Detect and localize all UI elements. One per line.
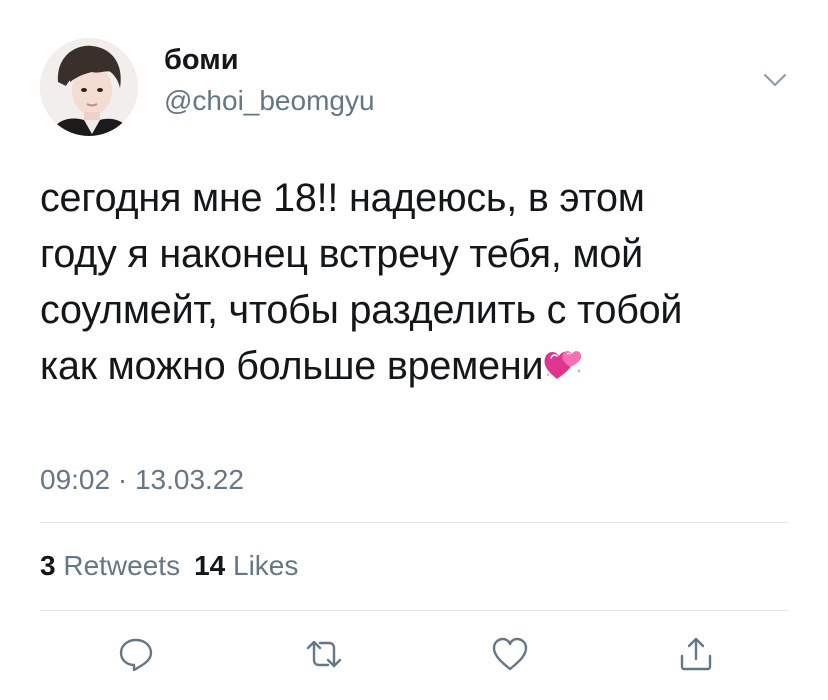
- tweet-stats: 3 Retweets 14 Likes: [40, 550, 298, 582]
- tweet-text-line-last: как можно больше времени: [40, 338, 800, 394]
- author-display-name[interactable]: боми: [164, 44, 239, 77]
- two-hearts-emoji-icon: [544, 351, 582, 379]
- retweets-stat[interactable]: 3 Retweets: [40, 550, 180, 581]
- chevron-down-icon[interactable]: [762, 72, 788, 88]
- likes-stat[interactable]: 14 Likes: [194, 550, 298, 581]
- tweet-text: сегодня мне 18!! надеюсь, в этом году я …: [40, 170, 800, 394]
- tweet-actions: [0, 630, 828, 680]
- tweet-text-line: как можно больше времени: [40, 344, 544, 388]
- likes-count: 14: [194, 550, 226, 581]
- tweet-timestamp[interactable]: 09:02 · 13.03.22: [40, 464, 244, 496]
- divider: [40, 522, 788, 523]
- retweet-button[interactable]: [304, 634, 344, 674]
- tweet-text-line: сегодня мне 18!! надеюсь, в этом: [40, 176, 645, 220]
- retweet-icon: [306, 640, 342, 668]
- reply-button[interactable]: [116, 634, 156, 674]
- heart-icon: [492, 637, 528, 671]
- share-button[interactable]: [676, 634, 716, 674]
- retweets-count: 3: [40, 550, 56, 581]
- share-icon: [680, 637, 712, 671]
- divider: [40, 610, 788, 611]
- author-handle[interactable]: @choi_beomgyu: [164, 85, 375, 117]
- avatar[interactable]: [40, 38, 138, 136]
- likes-label: Likes: [233, 550, 299, 581]
- reply-icon: [119, 638, 153, 672]
- tweet-card: боми @choi_beomgyu сегодня мне 18!! наде…: [0, 0, 828, 700]
- like-button[interactable]: [490, 634, 530, 674]
- tweet-text-line: году я наконец встречу тебя, мой: [40, 232, 643, 276]
- tweet-text-line: соулмейт, чтобы разделить с тобой: [40, 288, 683, 332]
- retweets-label: Retweets: [63, 550, 181, 581]
